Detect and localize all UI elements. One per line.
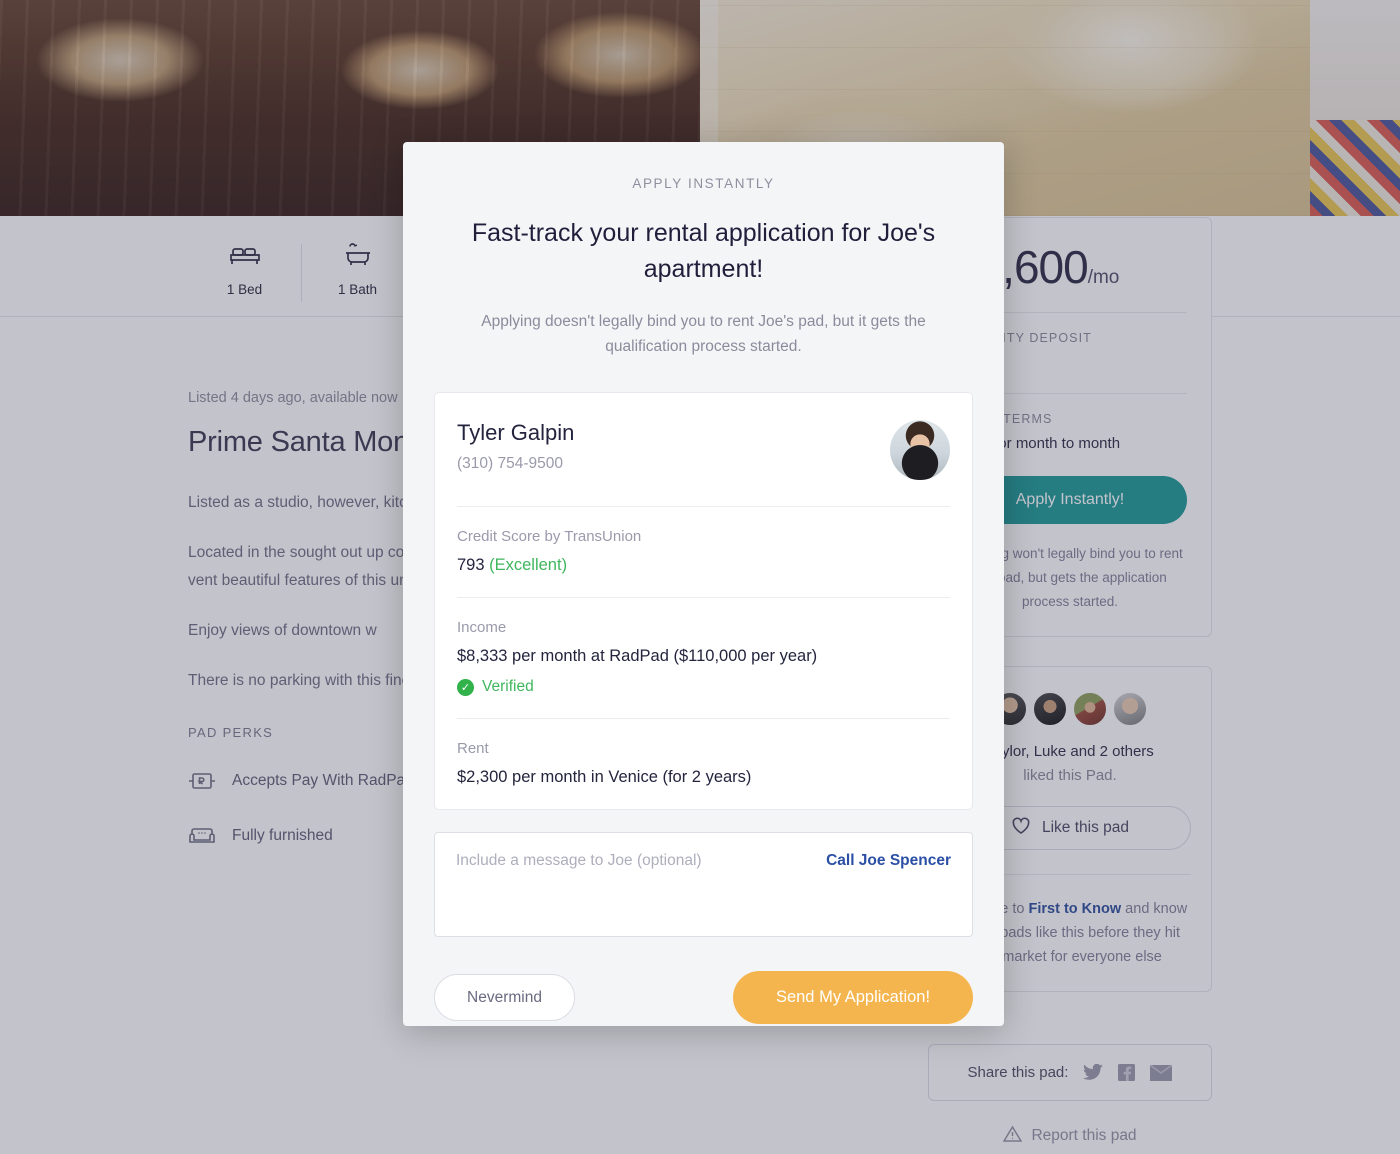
applicant-header: Tyler Galpin (310) 754-9500 — [457, 393, 950, 506]
credit-score-label: Credit Score by TransUnion — [457, 528, 642, 545]
nevermind-button[interactable]: Nevermind — [434, 974, 575, 1021]
message-placeholder: Include a message to Joe (optional) — [456, 852, 702, 869]
send-application-button[interactable]: Send My Application! — [733, 971, 973, 1024]
income-section: Income $8,333 per month at RadPad ($110,… — [457, 597, 950, 718]
rent-label: Rent — [457, 740, 489, 757]
credit-score-value: 793 (Excellent) — [457, 556, 950, 575]
income-verified-badge: ✓ Verified — [457, 678, 950, 696]
income-value: $8,333 per month at RadPad ($110,000 per… — [457, 647, 818, 665]
verified-label: Verified — [482, 678, 534, 695]
apply-instantly-modal: APPLY INSTANTLY Fast-track your rental a… — [403, 142, 1004, 1026]
rent-value: $2,300 per month in Venice (for 2 years) — [457, 768, 752, 786]
applicant-card: Tyler Galpin (310) 754-9500 Credit Score… — [434, 392, 973, 810]
page-root: 1 Bed 1 Bath A — [0, 0, 1400, 1154]
credit-score-section: Credit Score by TransUnion 793 (Excellen… — [457, 506, 950, 597]
check-circle-icon: ✓ — [457, 678, 474, 696]
modal-subtitle: Applying doesn't legally bind you to ren… — [481, 313, 926, 355]
credit-score-rating: (Excellent) — [489, 556, 568, 574]
income-label: Income — [457, 619, 507, 636]
rent-section: Rent $2,300 per month in Venice (for 2 y… — [457, 718, 950, 809]
modal-actions: Nevermind Send My Application! — [434, 971, 973, 1024]
call-landlord-link[interactable]: Call Joe Spencer — [826, 852, 951, 870]
modal-title: Fast-track your rental application for J… — [471, 219, 936, 283]
message-input-box[interactable]: Include a message to Joe (optional) Call… — [434, 832, 973, 937]
applicant-phone: (310) 754-9500 — [457, 455, 563, 472]
credit-score-number: 793 — [457, 556, 485, 574]
applicant-name: Tyler Galpin — [457, 420, 575, 445]
modal-eyebrow: APPLY INSTANTLY — [632, 176, 775, 191]
applicant-avatar — [890, 420, 950, 480]
applicant-identity: Tyler Galpin (310) 754-9500 — [457, 420, 574, 473]
